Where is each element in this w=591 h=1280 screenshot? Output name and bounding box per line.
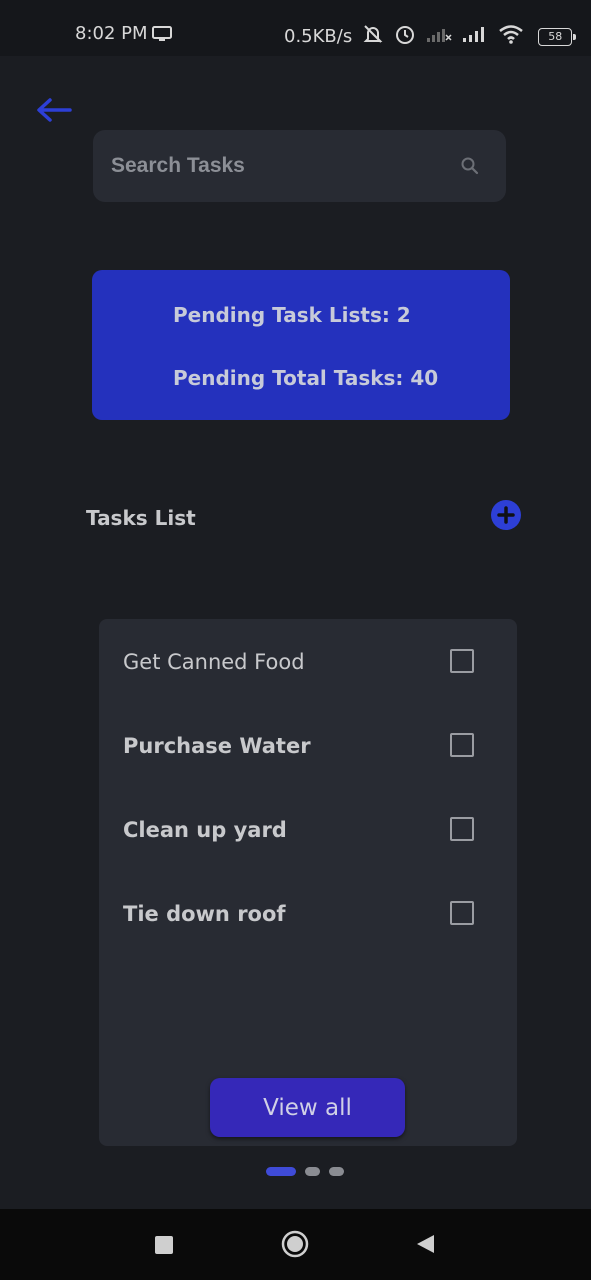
status-indicators: 0.5KB/s 58 [284, 23, 577, 50]
task-label: Clean up yard [123, 818, 287, 842]
tasks-list-title: Tasks List [86, 506, 196, 530]
task-label: Tie down roof [123, 902, 286, 926]
task-item: Clean up yard [123, 814, 493, 854]
screen-icon [152, 26, 172, 47]
page-dot-active[interactable] [266, 1167, 296, 1176]
task-item: Get Canned Food [123, 646, 493, 686]
plus-circle-icon [491, 500, 521, 530]
page-dot[interactable] [305, 1167, 320, 1176]
search-icon[interactable] [459, 155, 481, 181]
recent-apps-icon[interactable] [154, 1235, 174, 1259]
network-speed: 0.5KB/s [284, 26, 353, 47]
task-checkbox[interactable] [450, 817, 474, 841]
battery-icon: 58 [538, 27, 577, 46]
task-item: Purchase Water [123, 730, 493, 770]
view-all-button[interactable]: View all [210, 1078, 405, 1137]
search-input[interactable] [109, 148, 443, 184]
mute-bell-icon [362, 23, 384, 50]
back-button[interactable] [34, 94, 74, 126]
task-checkbox[interactable] [450, 901, 474, 925]
page-indicator [266, 1167, 344, 1176]
task-checkbox[interactable] [450, 733, 474, 757]
pending-total-tasks: Pending Total Tasks: 40 [173, 366, 439, 390]
home-icon[interactable] [281, 1230, 309, 1262]
status-time: 8:02 PM [75, 23, 148, 44]
arrow-left-icon [37, 98, 72, 122]
pending-summary-card: Pending Task Lists: 2 Pending Total Task… [92, 270, 510, 420]
back-icon[interactable] [414, 1233, 436, 1259]
search-bar[interactable] [93, 130, 506, 202]
status-bar: 8:02 PM 0.5KB/s 58 [0, 0, 591, 56]
pending-task-lists: Pending Task Lists: 2 [173, 303, 411, 327]
task-item: Tie down roof [123, 898, 493, 938]
task-checkbox[interactable] [450, 649, 474, 673]
signal-icon [462, 25, 488, 48]
system-nav-bar [0, 1209, 591, 1280]
task-list-card: Get Canned Food Purchase Water Clean up … [99, 619, 517, 1146]
alarm-icon [394, 23, 416, 50]
signal-icon [426, 25, 452, 48]
add-task-list-button[interactable] [490, 499, 522, 531]
task-label: Purchase Water [123, 734, 311, 758]
task-label: Get Canned Food [123, 650, 305, 674]
page-dot[interactable] [329, 1167, 344, 1176]
wifi-icon [498, 24, 524, 49]
